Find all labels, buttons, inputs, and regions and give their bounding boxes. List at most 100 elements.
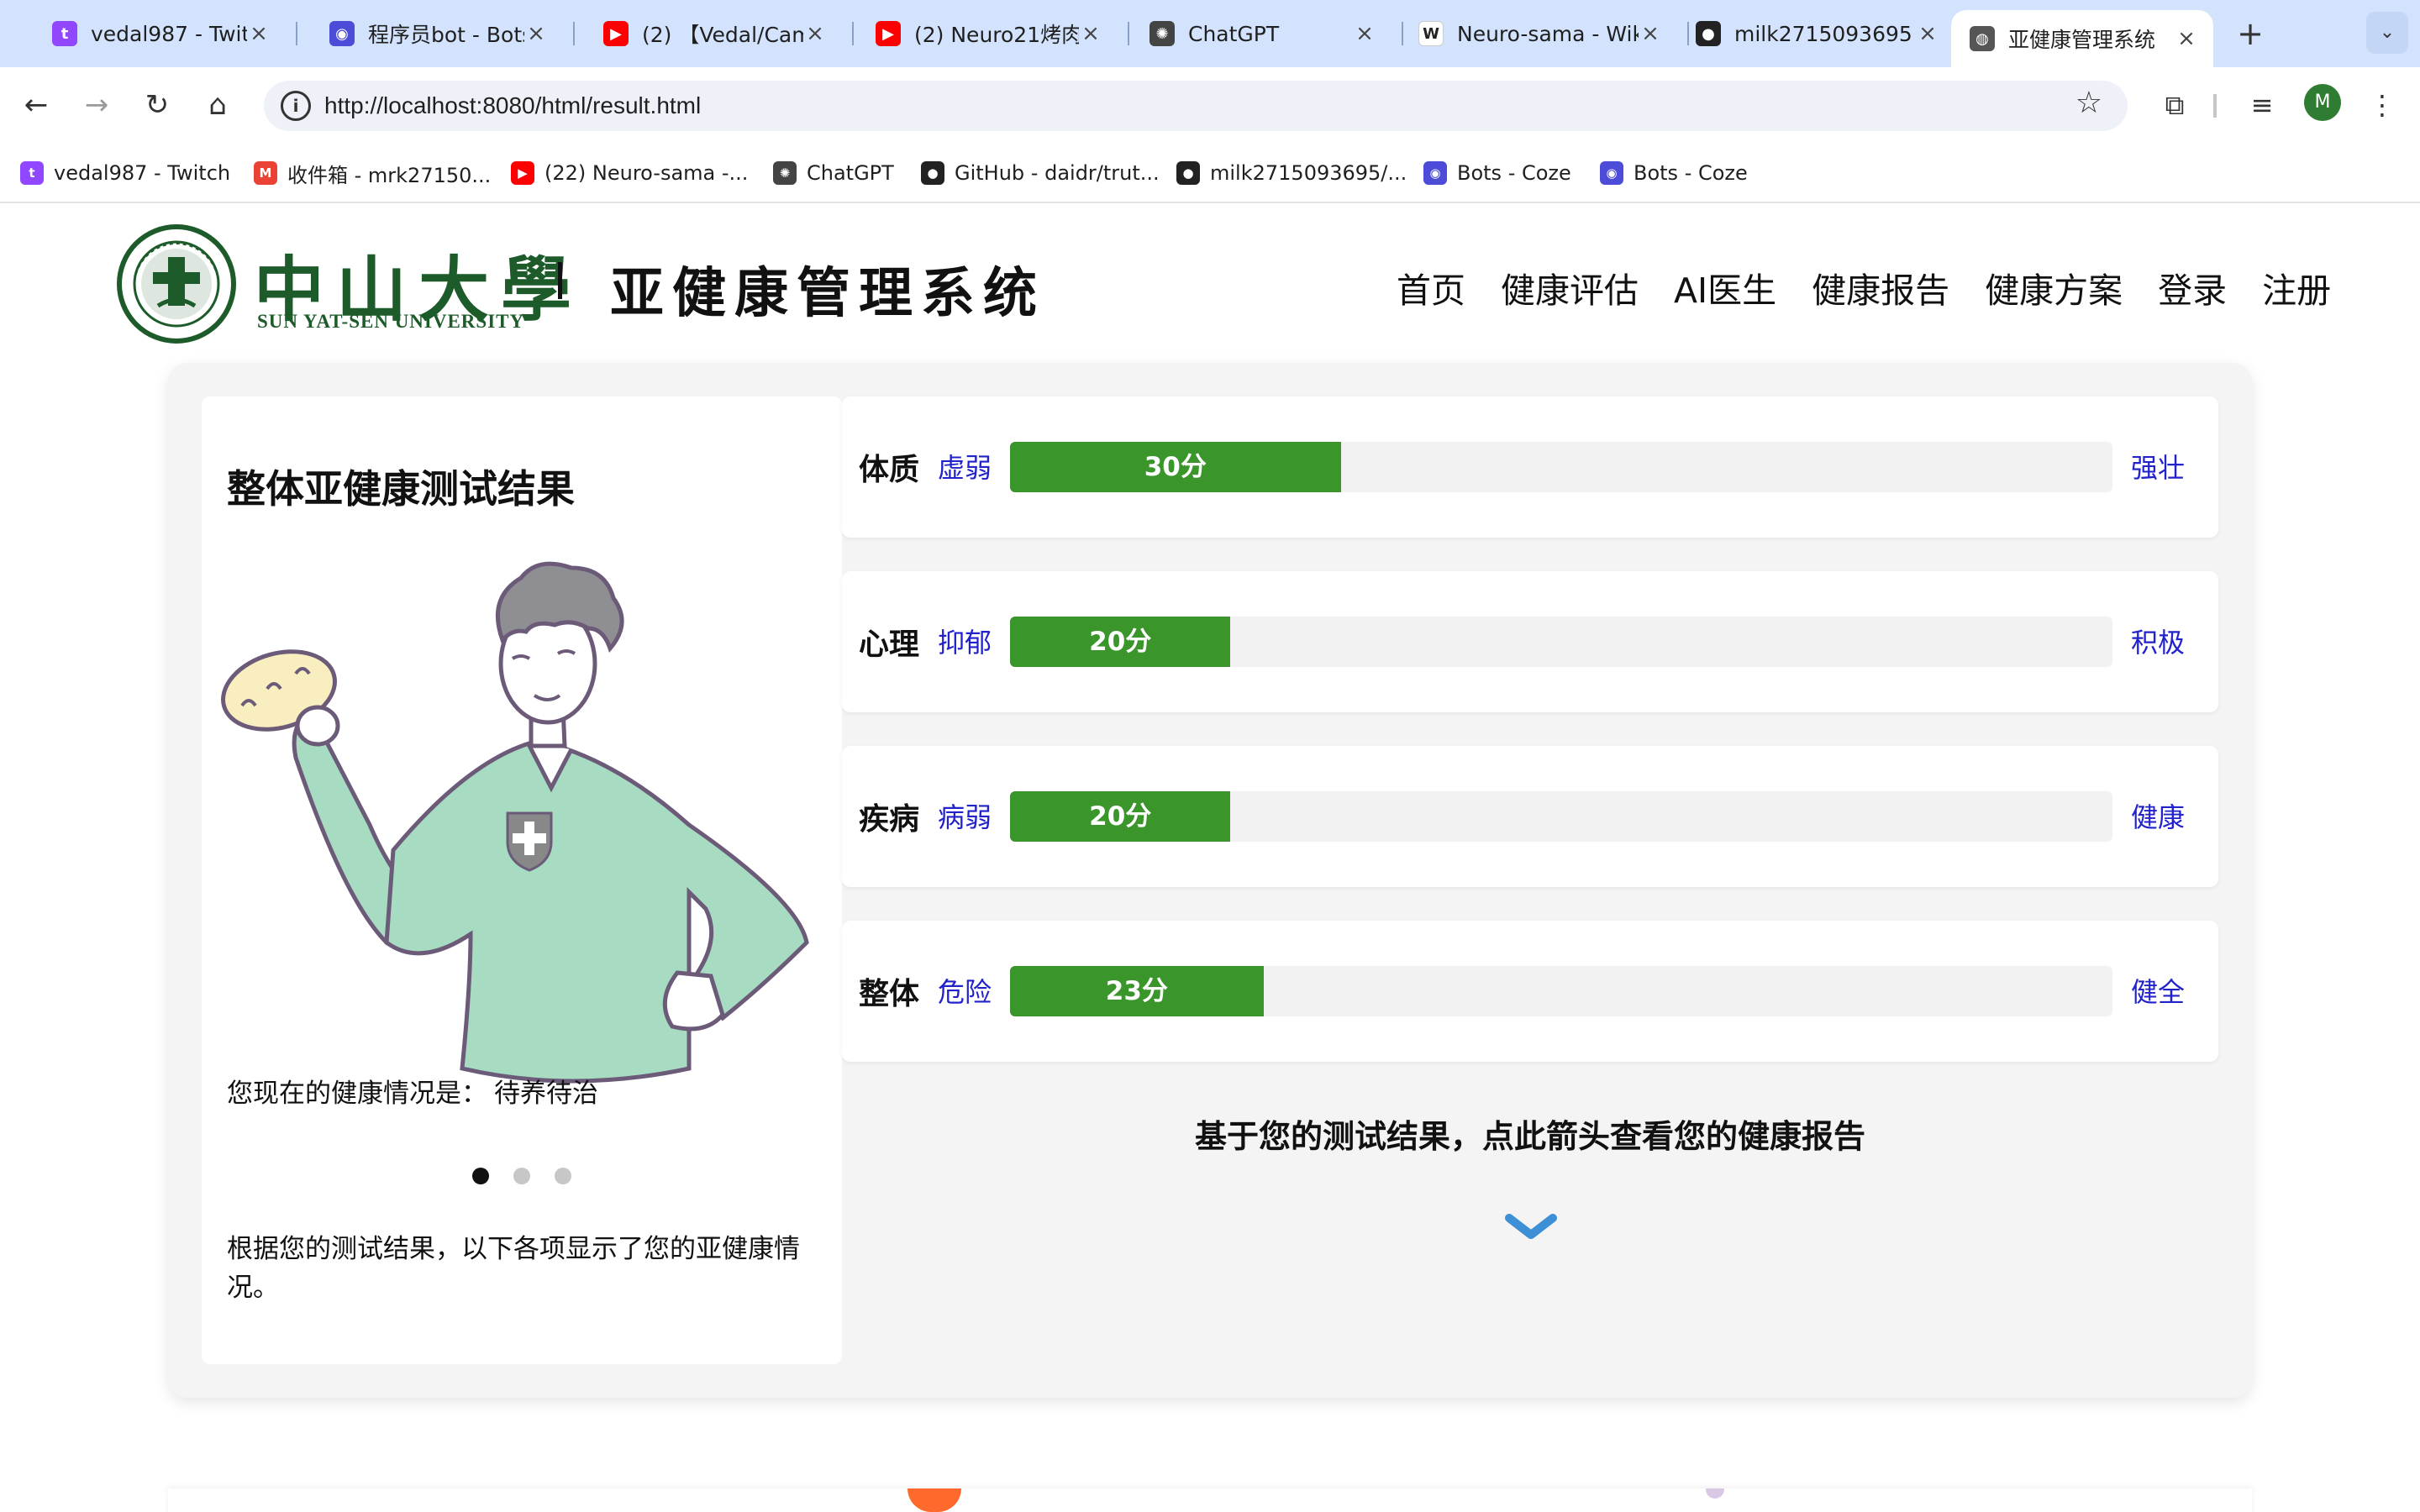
bookmark-label: ChatGPT [807,161,894,185]
wikipedia-icon: W [1418,21,1444,46]
bookmark-item[interactable]: ◉ Bots - Coze [1600,158,1748,188]
carousel-dot[interactable] [555,1168,571,1184]
browser-tab[interactable]: ◍ 亚健康管理系统 × [1951,10,2213,67]
bookmark-item[interactable]: ✺ ChatGPT [773,158,894,188]
next-section-peek [168,1488,2252,1512]
browser-tab-title: (2) Neuro21烤肉 [914,23,1079,47]
view-report-chevron-down-icon[interactable] [1504,1211,1558,1242]
nav-ai-doctor-link[interactable]: AI医生 [1674,262,1776,312]
summary-card: 整体亚健康测试结果 您现在的健康情况是： 待养待治 根据您的测试结果，以下各项显… [202,396,842,1364]
results-panel: 整体亚健康测试结果 您现在的健康情况是： 待养待治 根据您的测试结果，以下各项显… [168,363,2252,1398]
nav-health-assessment-link[interactable]: 健康评估 [1501,262,1639,312]
browser-tab[interactable]: W Neuro-sama - Wikipedia× [1400,10,1677,57]
scale-high-label: 积极 [2131,627,2186,659]
url-text[interactable]: http://localhost:8080/html/result.html [324,92,701,119]
github-icon: ● [1176,161,1200,185]
coze-icon: ◉ [329,21,355,46]
tab-search-chevron-icon[interactable]: ⌄ [2366,12,2408,54]
score-card-psychology: 心理 抑郁 20分 积极 [842,571,2218,712]
browser-tab-title: 亚健康管理系统 [2008,28,2156,52]
score-category: 疾病 [859,802,920,837]
close-tab-icon[interactable]: × [524,21,548,46]
browser-tab[interactable]: ▶ (2) Neuro21烤肉 × [857,10,1118,57]
twitch-icon: t [52,21,77,46]
twitch-icon: t [20,161,44,185]
browser-tab-title: Neuro-sama - Wikipedia [1457,21,1639,46]
nav-register-link[interactable]: 注册 [2262,262,2331,312]
scale-high-label: 健全 [2131,976,2186,1008]
score-bar-track: 20分 [1010,791,2112,842]
browser-tab[interactable]: ◉ 程序员bot - Bots - Coze× [311,10,563,57]
carousel-dot[interactable] [513,1168,530,1184]
youtube-icon: ▶ [603,21,629,46]
new-tab-button[interactable]: + [2228,12,2272,55]
close-tab-icon[interactable]: × [1916,21,1939,46]
browser-tab-title: 程序员bot - Bots - Coze [368,23,524,47]
home-icon[interactable]: ⌂ [198,86,237,124]
browser-tab[interactable]: ✺ ChatGPT × [1131,10,1392,57]
nav-login-link[interactable]: 登录 [2158,262,2227,312]
profile-avatar[interactable]: M [2304,84,2341,121]
browser-menu-icon[interactable]: ⋮ [2361,86,2403,124]
site-header: 中山大學 SUN YAT-SEN UNIVERSITY 亚健康管理系统 首页 健康… [0,203,2420,363]
score-bar-fill: 23分 [1010,966,1264,1016]
close-tab-icon[interactable]: × [247,21,271,46]
browser-tab[interactable]: ▶ (2) 【Vedal/Camila× [585,10,842,57]
bookmark-label: (22) Neuro-sama -... [544,161,749,185]
media-controls-icon[interactable]: ≡ [2240,86,2284,124]
sysu-seal-logo-icon[interactable] [116,223,237,344]
health-status-value: 待养待治 [494,1079,598,1109]
bookmark-item[interactable]: M 收件箱 - mrk27150... [254,158,491,188]
site-info-icon[interactable]: i [281,91,311,121]
scale-low-label: 虚弱 [938,452,992,484]
extensions-puzzle-icon[interactable]: ⧉ [2153,86,2196,124]
nav-home-link[interactable]: 首页 [1397,262,1465,312]
close-tab-icon[interactable]: × [1079,21,1102,46]
youtube-icon: ▶ [511,161,534,185]
bookmark-item[interactable]: ● milk2715093695/... [1176,158,1407,188]
toolbar-divider [2213,94,2217,118]
next-section-illustration-fragment [1706,1488,1724,1499]
doctor-holding-bread-illustration [221,561,809,1084]
bookmark-label: vedal987 - Twitch [54,161,231,185]
score-value: 20分 [1089,627,1152,657]
score-bar-track: 20分 [1010,617,2112,667]
bookmark-star-icon[interactable]: ☆ [2075,86,2102,120]
browser-toolbar: ← → ↻ ⌂ i http://localhost:8080/html/res… [0,67,2420,143]
bookmark-item[interactable]: ▶ (22) Neuro-sama -... [511,158,748,188]
score-card-constitution: 体质 虚弱 30分 强壮 [842,396,2218,538]
score-bar-track: 30分 [1010,442,2112,492]
scale-low-label: 病弱 [938,801,992,833]
forward-arrow-icon[interactable]: → [77,86,116,124]
next-section-illustration-fragment [908,1488,961,1512]
tab-separator [1128,22,1129,45]
nav-health-report-link[interactable]: 健康报告 [1812,262,1949,312]
score-card-overall: 整体 危险 23分 健全 [842,921,2218,1062]
score-bar-track: 23分 [1010,966,2112,1016]
bookmark-item[interactable]: ◉ Bots - Coze [1423,158,1571,188]
browser-tab-title: milk2715093695 [1734,21,1912,46]
tab-separator [296,22,297,45]
close-tab-icon[interactable]: × [2175,26,2198,51]
gmail-icon: M [254,161,277,185]
close-tab-icon[interactable]: × [1639,21,1662,46]
carousel-dot[interactable] [472,1168,489,1184]
nav-health-plan-link[interactable]: 健康方案 [1985,262,2123,312]
score-bar-fill: 20分 [1010,791,1231,842]
bookmark-label: Bots - Coze [1457,161,1571,185]
browser-tab[interactable]: ● milk2715093695 × [1677,10,1954,57]
browser-tab[interactable]: t vedal987 - Twitch× [34,10,286,57]
globe-icon: ◍ [1970,26,1995,51]
close-tab-icon[interactable]: × [1353,21,1376,46]
score-value: 23分 [1105,976,1168,1006]
chatgpt-icon: ✺ [773,161,797,185]
bookmark-item[interactable]: ● GitHub - daidr/trut... [921,158,1160,188]
score-card-disease: 疾病 病弱 20分 健康 [842,746,2218,887]
back-arrow-icon[interactable]: ← [17,86,55,124]
reload-icon[interactable]: ↻ [138,86,176,124]
bookmarks-bar: t vedal987 - Twitch M 收件箱 - mrk27150... ▶ (22… [0,143,2420,203]
close-tab-icon[interactable]: × [803,21,827,46]
bookmark-item[interactable]: t vedal987 - Twitch [20,158,230,188]
summary-title: 整体亚健康测试结果 [227,466,575,512]
address-bar[interactable]: i http://localhost:8080/html/result.html… [264,81,2128,131]
